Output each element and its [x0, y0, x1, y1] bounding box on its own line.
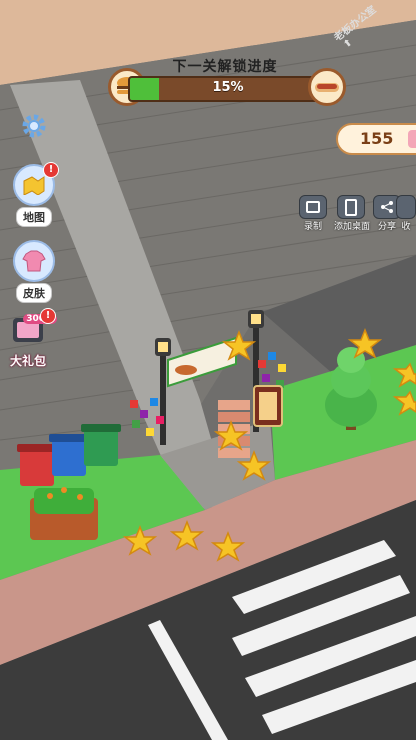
currency-icon	[408, 130, 416, 148]
hotdog-icon	[308, 68, 346, 106]
skin-label: 皮肤	[16, 283, 52, 303]
arrow-up-icon: ⬆	[341, 36, 355, 51]
planter-box	[30, 487, 98, 540]
add-to-desktop-button[interactable]: 添加桌面	[334, 195, 371, 232]
game-scene[interactable]	[0, 0, 416, 740]
map-button[interactable]: ! 地图	[11, 162, 59, 227]
map-label: 地图	[16, 207, 52, 227]
progress-title: 下一关解锁进度	[172, 59, 278, 75]
coin-value: 155	[360, 129, 394, 148]
record-button[interactable]: 录制	[296, 195, 330, 232]
menu-sign	[253, 385, 283, 427]
add-desktop-label: 添加桌面	[334, 222, 371, 232]
favorite-label: 收	[401, 222, 411, 232]
record-icon	[299, 195, 327, 219]
gift-pack-label: 大礼包	[10, 354, 47, 368]
gift-pack-button[interactable]: 300% !	[8, 308, 57, 346]
notification-badge: !	[43, 162, 59, 178]
phone-icon	[337, 195, 365, 219]
favorite-button[interactable]: 收	[396, 195, 416, 232]
confetti-right	[258, 352, 286, 388]
coin-counter: 155	[336, 123, 416, 155]
favorite-icon	[396, 195, 416, 219]
unlock-progress-bar: 15%	[128, 76, 328, 102]
progress-percent: 15%	[212, 80, 244, 95]
shirt-icon	[13, 240, 55, 282]
notification-badge: !	[40, 308, 56, 324]
settings-gear-icon[interactable]	[20, 112, 48, 140]
record-label: 录制	[303, 222, 322, 232]
skin-button[interactable]: 皮肤	[11, 240, 57, 303]
